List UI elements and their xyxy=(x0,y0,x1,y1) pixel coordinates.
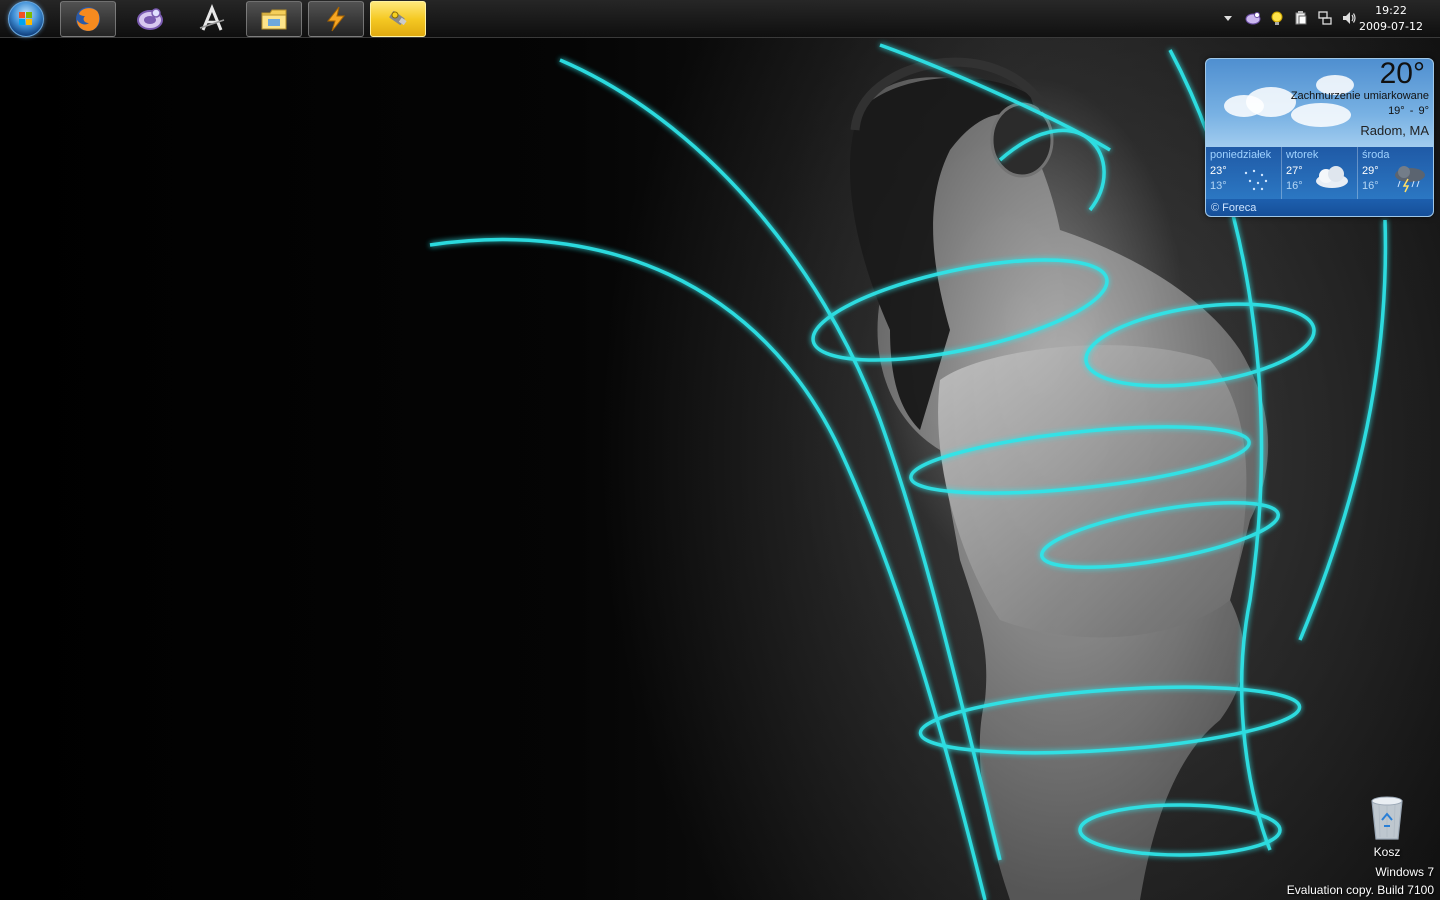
recycle-bin[interactable]: Kosz xyxy=(1357,793,1417,865)
watermark-build: Evaluation copy. Build 7100 xyxy=(1286,883,1434,897)
taskbar-item-messenger[interactable] xyxy=(122,1,178,37)
taskbar-item-letter-a[interactable] xyxy=(184,1,240,37)
evaluation-watermark: Windows 7 Evaluation copy. Build 7100 xyxy=(1287,863,1434,899)
weather-location[interactable]: Radom, MA xyxy=(1360,123,1429,138)
forecast-day: poniedziałek 23° 13° xyxy=(1206,147,1282,199)
folder-icon xyxy=(261,9,287,30)
temperature-range: 19° - 9° xyxy=(1388,105,1429,117)
forecast-high: 27° xyxy=(1286,165,1303,177)
clipboard-icon[interactable] xyxy=(1293,10,1309,26)
usb-key-icon xyxy=(389,11,407,26)
forecast-day-name: wtorek xyxy=(1286,149,1319,161)
clock-time: 19:22 xyxy=(1375,4,1407,17)
system-clock[interactable]: 19:22 2009-07-12 xyxy=(1356,3,1426,35)
network-icon[interactable] xyxy=(1317,10,1333,26)
cloudy-icon xyxy=(1316,166,1348,188)
taskbar: 19:22 2009-07-12 xyxy=(0,0,1440,38)
gadu-gadu-icon xyxy=(137,8,163,30)
watermark-os: Windows 7 xyxy=(1375,865,1434,879)
cloud-decoration xyxy=(1246,87,1296,117)
forecast-low: 16° xyxy=(1362,180,1379,192)
lightning-icon xyxy=(326,6,346,32)
forecast-low: 16° xyxy=(1286,180,1303,192)
desktop[interactable]: 19:22 2009-07-12 20° Zachmurzenie umiark… xyxy=(0,0,1440,900)
weather-credit-link[interactable]: © Foreca xyxy=(1206,199,1433,216)
forecast-day-name: poniedziałek xyxy=(1210,149,1272,161)
forecast-high: 29° xyxy=(1362,165,1379,177)
forecast-high: 23° xyxy=(1210,165,1227,177)
rain-icon xyxy=(1244,169,1268,191)
forecast-day-name: środa xyxy=(1362,149,1390,161)
show-hidden-icon[interactable] xyxy=(1220,10,1236,26)
forecast-day: wtorek 27° 16° xyxy=(1282,147,1358,199)
windows-orb-icon xyxy=(8,1,44,37)
taskbar-item-firefox[interactable] xyxy=(60,1,116,37)
volume-icon[interactable] xyxy=(1341,10,1357,26)
current-temperature: 20° xyxy=(1379,58,1425,90)
status-bulb-icon[interactable] xyxy=(1269,10,1285,26)
cloud-decoration xyxy=(1291,103,1351,127)
recycle-bin-label: Kosz xyxy=(1373,845,1401,859)
weather-condition: Zachmurzenie umiarkowane xyxy=(1290,90,1429,102)
weather-gadget[interactable]: 20° Zachmurzenie umiarkowane 19° - 9° Ra… xyxy=(1205,58,1434,217)
clock-date: 2009-07-12 xyxy=(1359,20,1423,33)
forecast-low: 13° xyxy=(1210,180,1227,192)
notification-area: 19:22 2009-07-12 xyxy=(1195,0,1440,38)
forecast-day: środa 29° 16° xyxy=(1358,147,1433,199)
gadu-gadu-tray-icon[interactable] xyxy=(1245,10,1261,26)
taskbar-item-usb[interactable] xyxy=(370,1,426,37)
forecast-strip: poniedziałek 23° 13° wtorek 27° 16° środ… xyxy=(1206,147,1433,199)
taskbar-item-winamp[interactable] xyxy=(308,1,364,37)
storm-icon xyxy=(1395,166,1425,193)
recycle-bin-icon xyxy=(1371,796,1403,840)
firefox-icon xyxy=(76,7,100,31)
taskbar-item-explorer[interactable] xyxy=(246,1,302,37)
letter-a-icon xyxy=(199,4,225,31)
start-button[interactable] xyxy=(4,1,48,37)
